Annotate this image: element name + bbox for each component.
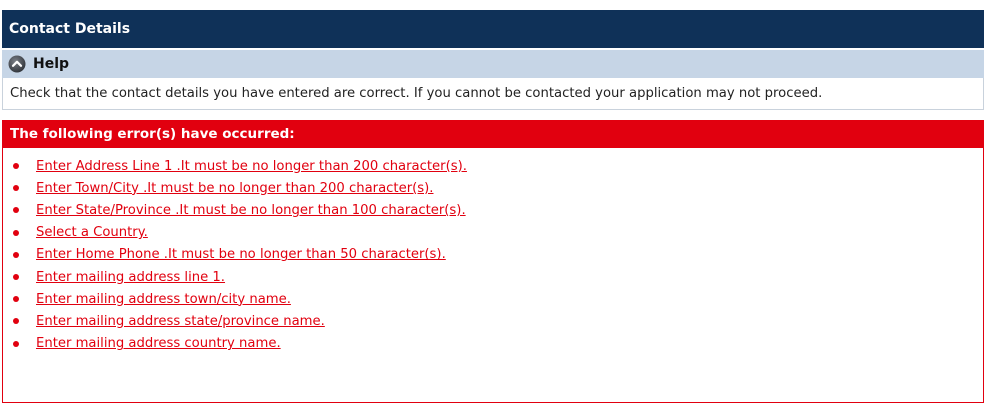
bullet-icon — [13, 340, 19, 347]
section-title: Contact Details — [9, 21, 131, 37]
error-item: Enter Address Line 1 .It must be no long… — [3, 155, 983, 177]
chevron-up-circle-icon — [8, 55, 26, 73]
error-list: Enter Address Line 1 .It must be no long… — [3, 148, 983, 355]
top-spacer — [0, 0, 986, 10]
error-item: Enter mailing address state/province nam… — [3, 310, 983, 332]
error-link-mailing-country[interactable]: Enter mailing address country name. — [36, 336, 281, 351]
error-item: Enter Town/City .It must be no longer th… — [3, 177, 983, 199]
bullet-icon — [13, 251, 19, 258]
error-link-town-city[interactable]: Enter Town/City .It must be no longer th… — [36, 181, 433, 196]
error-link-home-phone[interactable]: Enter Home Phone .It must be no longer t… — [36, 247, 446, 262]
help-text: Check that the contact details you have … — [2, 78, 984, 110]
error-summary: The following error(s) have occurred: En… — [2, 120, 984, 403]
help-label: Help — [33, 56, 70, 72]
error-link-address-line-1[interactable]: Enter Address Line 1 .It must be no long… — [36, 159, 467, 174]
error-item: Enter mailing address town/city name. — [3, 288, 983, 310]
error-link-mailing-line-1[interactable]: Enter mailing address line 1. — [36, 270, 225, 285]
bullet-icon — [13, 274, 19, 281]
error-link-state-province[interactable]: Enter State/Province .It must be no long… — [36, 203, 466, 218]
error-summary-title: The following error(s) have occurred: — [3, 121, 983, 148]
error-link-country[interactable]: Select a Country. — [36, 225, 148, 240]
error-item: Select a Country. — [3, 222, 983, 244]
error-item: Enter mailing address line 1. — [3, 266, 983, 288]
bullet-icon — [13, 318, 19, 325]
help-toggle[interactable]: Help — [2, 50, 984, 78]
error-item: Enter Home Phone .It must be no longer t… — [3, 244, 983, 266]
error-item: Enter State/Province .It must be no long… — [3, 199, 983, 221]
bullet-icon — [13, 229, 19, 236]
section-header: Contact Details — [2, 10, 984, 48]
error-link-mailing-town-city[interactable]: Enter mailing address town/city name. — [36, 292, 291, 307]
error-link-mailing-state-province[interactable]: Enter mailing address state/province nam… — [36, 314, 325, 329]
bullet-icon — [13, 185, 19, 192]
bullet-icon — [13, 207, 19, 214]
bullet-icon — [13, 296, 19, 303]
bullet-icon — [13, 163, 19, 170]
error-item: Enter mailing address country name. — [3, 333, 983, 355]
